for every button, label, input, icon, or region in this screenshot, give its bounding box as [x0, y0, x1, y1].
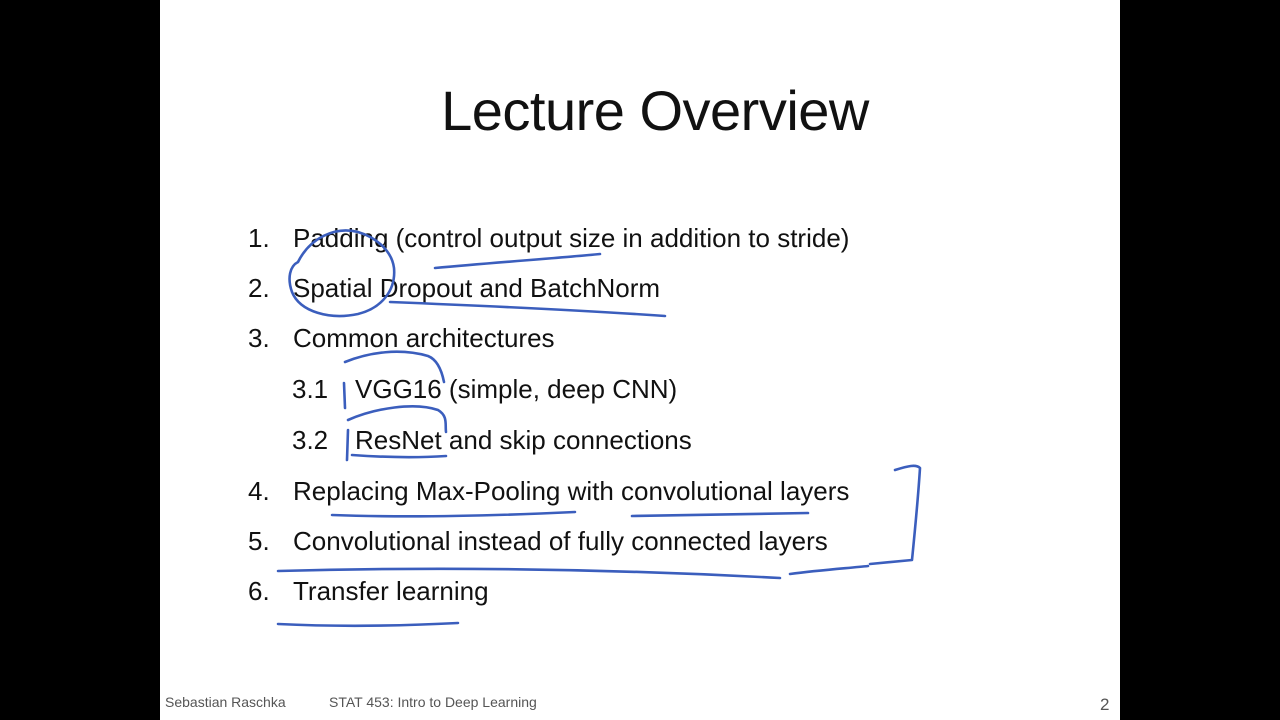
list-item-number: 3.1 [292, 374, 329, 404]
ink-right-bracket [868, 464, 922, 566]
ink-padding-underline [433, 252, 602, 270]
list-item-text: Transfer learning [293, 576, 489, 606]
slide: Lecture Overview 1. Padding (control out… [160, 0, 1120, 720]
list-item-number: 6. [248, 576, 270, 606]
list-item-text: ResNet and skip connections [355, 425, 692, 455]
list-item-text: Spatial Dropout and BatchNorm [293, 273, 661, 303]
list-item-text: Convolutional instead of fully connected… [293, 526, 828, 556]
page-number: 2 [1100, 695, 1110, 714]
ink-spatial-underline [388, 300, 667, 318]
list-item-number: 1. [248, 223, 270, 253]
footer-course: STAT 453: Intro to Deep Learning [329, 694, 537, 710]
list-item-number: 4. [248, 476, 270, 506]
list-item-text: Replacing Max-Pooling with convolutional… [293, 476, 850, 506]
slide-title: Lecture Overview [441, 79, 869, 142]
list-item-text: Padding (control output size in addition… [293, 223, 850, 253]
ink-fc-underline [788, 564, 870, 576]
ink-vgg-bracket [342, 381, 347, 410]
list-item-number: 3.2 [292, 425, 329, 455]
list-item-number: 3. [248, 323, 270, 353]
ink-convlayers-underline [630, 511, 810, 518]
footer-author: Sebastian Raschka [165, 694, 286, 710]
list-item-text: Common architectures [293, 323, 555, 353]
list-item-number: 2. [248, 273, 270, 303]
ink-resnet-bracket [345, 428, 350, 462]
list-item-text: VGG16 (simple, deep CNN) [355, 374, 678, 404]
list-item-number: 5. [248, 526, 270, 556]
ink-maxpool-underline [330, 510, 577, 518]
ink-transfer-underline [276, 621, 460, 628]
